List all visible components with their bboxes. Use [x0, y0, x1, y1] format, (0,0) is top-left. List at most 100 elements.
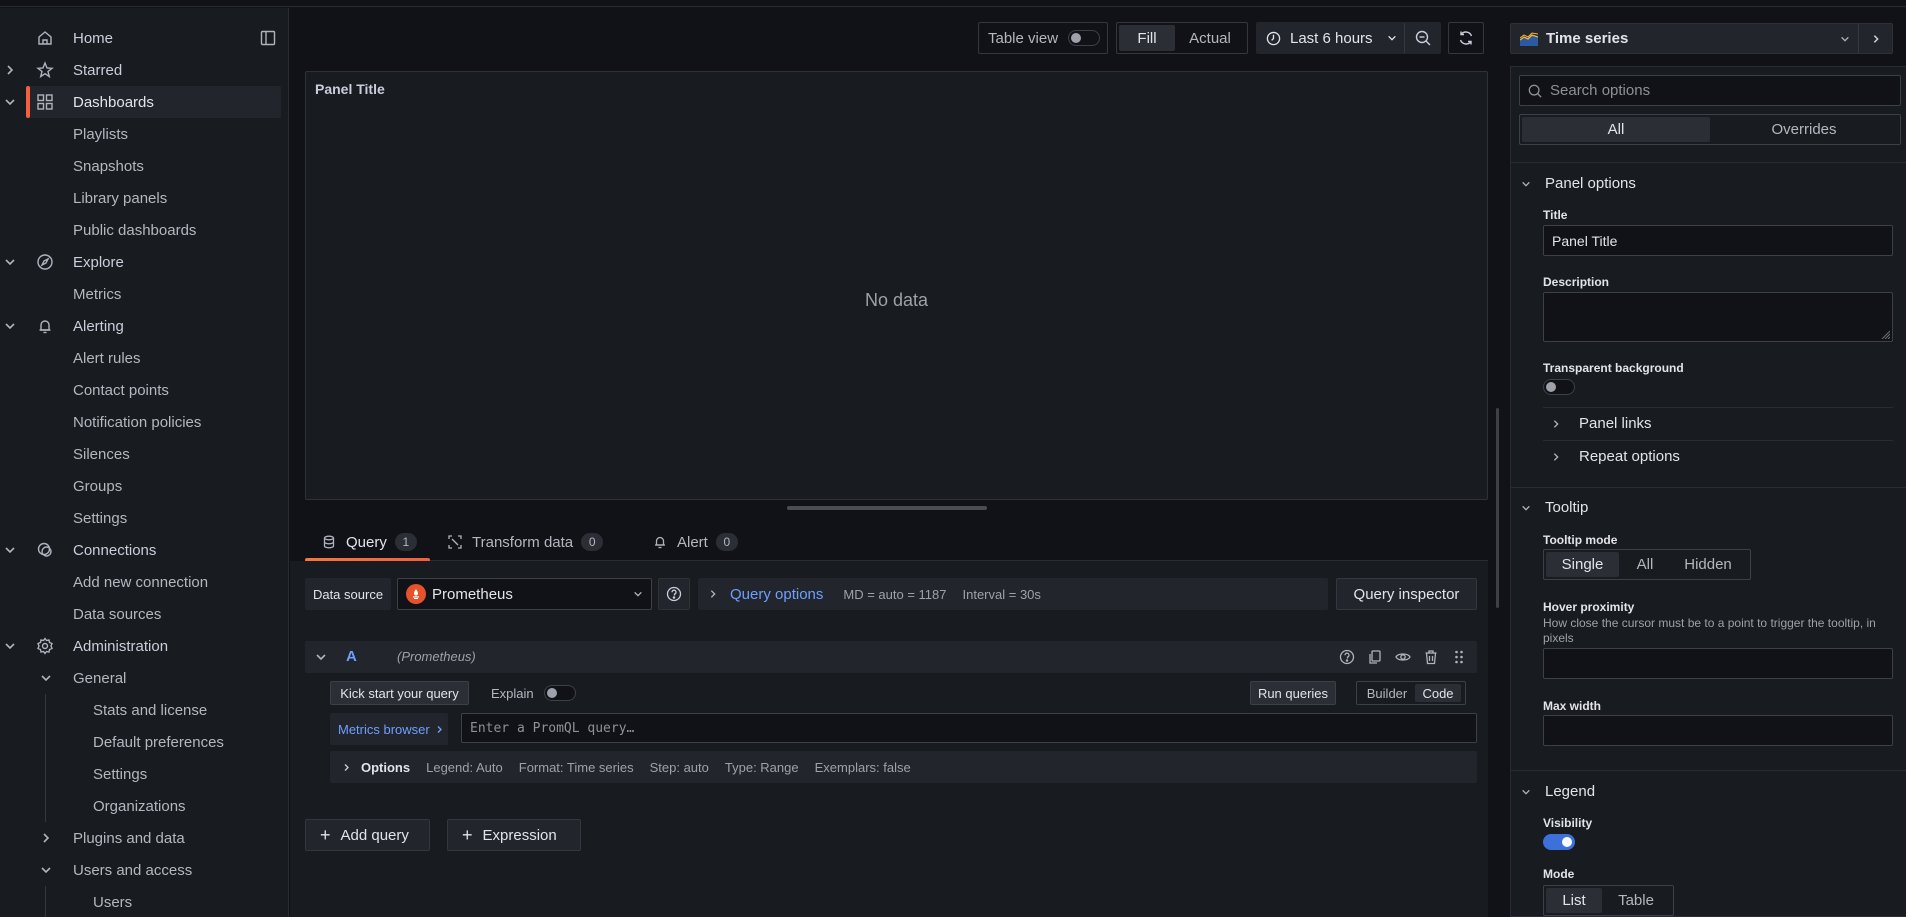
metrics-browser-button[interactable]: Metrics browser: [330, 713, 448, 745]
sidebar-item-users-and-access[interactable]: Users and access: [0, 854, 281, 886]
chevron-down-icon[interactable]: [4, 544, 16, 556]
explain-switch[interactable]: [543, 685, 576, 701]
duplicate-icon[interactable]: [1367, 649, 1383, 665]
sidebar-item-alerting-settings[interactable]: Settings: [0, 502, 281, 534]
sidebar-item-connections[interactable]: Connections: [0, 534, 281, 566]
panel-links-section[interactable]: Panel links: [1543, 407, 1893, 439]
add-query-button[interactable]: + Add query: [305, 819, 430, 851]
sidebar-item-admin-settings[interactable]: Settings: [0, 758, 281, 790]
sidebar-item-starred[interactable]: Starred: [0, 54, 281, 86]
add-expression-button[interactable]: + Expression: [447, 819, 581, 851]
chevron-down-icon[interactable]: [315, 651, 327, 663]
sidebar-item-alert-rules[interactable]: Alert rules: [0, 342, 281, 374]
query-inspector-button[interactable]: Query inspector: [1336, 578, 1477, 610]
query-ref-id[interactable]: A: [346, 648, 357, 665]
chevron-down-icon[interactable]: [40, 864, 52, 876]
chevron-down-icon[interactable]: [40, 672, 52, 684]
search-options-field[interactable]: [1519, 75, 1901, 106]
data-source-help-button[interactable]: [658, 578, 690, 610]
sidebar-item-organizations[interactable]: Organizations: [0, 790, 281, 822]
sidebar-item-administration[interactable]: Administration: [0, 630, 281, 662]
sidebar-item-snapshots[interactable]: Snapshots: [0, 150, 281, 182]
fill-option[interactable]: Fill: [1119, 25, 1175, 51]
tooltip-mode-hidden[interactable]: Hidden: [1671, 552, 1745, 577]
tooltip-mode-single[interactable]: Single: [1546, 552, 1619, 577]
code-mode-option[interactable]: Code: [1415, 684, 1461, 702]
panel-options-section-header[interactable]: Panel options: [1521, 175, 1636, 192]
transparent-background-switch[interactable]: [1543, 379, 1575, 395]
resize-grip-icon[interactable]: [1880, 329, 1890, 339]
query-options-bar[interactable]: Query options MD = auto = 1187 Interval …: [698, 578, 1328, 610]
collapse-options-button[interactable]: [1858, 24, 1892, 53]
sidebar-item-explore[interactable]: Explore: [0, 246, 281, 278]
actual-option[interactable]: Actual: [1175, 25, 1245, 51]
sidebar-item-notification-policies[interactable]: Notification policies: [0, 406, 281, 438]
sidebar-item-playlists[interactable]: Playlists: [0, 118, 281, 150]
vertical-resize-handle[interactable]: [1496, 408, 1499, 608]
panel-title-input[interactable]: [1552, 232, 1892, 249]
data-source-picker[interactable]: Prometheus: [397, 578, 652, 610]
chevron-down-icon[interactable]: [4, 96, 16, 108]
legend-visibility-switch[interactable]: [1543, 834, 1575, 850]
builder-mode-option[interactable]: Builder: [1359, 684, 1415, 702]
sidebar-item-metrics[interactable]: Metrics: [0, 278, 281, 310]
sidebar-item-public-dashboards[interactable]: Public dashboards: [0, 214, 281, 246]
promql-query-input[interactable]: Enter a PromQL query…: [461, 713, 1477, 743]
sidebar-item-silences[interactable]: Silences: [0, 438, 281, 470]
chevron-down-icon[interactable]: [4, 256, 16, 268]
search-options-input[interactable]: [1550, 82, 1890, 99]
sidebar-item-contact-points[interactable]: Contact points: [0, 374, 281, 406]
trash-icon[interactable]: [1423, 649, 1439, 665]
explain-toggle[interactable]: Explain: [491, 681, 576, 705]
sidebar-item-alerting[interactable]: Alerting: [0, 310, 281, 342]
max-width-field[interactable]: [1543, 715, 1893, 746]
zoom-out-button[interactable]: [1405, 30, 1440, 46]
sidebar-item-library-panels[interactable]: Library panels: [0, 182, 281, 214]
visualization-picker[interactable]: Time series: [1510, 23, 1893, 54]
sidebar-item-users[interactable]: Users: [0, 886, 281, 917]
description-textarea[interactable]: [1543, 292, 1893, 342]
kick-start-query-button[interactable]: Kick start your query: [330, 681, 469, 705]
horizontal-resize-handle[interactable]: [787, 506, 987, 510]
sidebar-item-add-new-connection[interactable]: Add new connection: [0, 566, 281, 598]
sidebar-item-groups[interactable]: Groups: [0, 470, 281, 502]
chevron-right-icon[interactable]: [4, 64, 16, 76]
refresh-button[interactable]: [1448, 22, 1484, 54]
tab-all[interactable]: All: [1522, 117, 1710, 142]
sidebar-item-data-sources[interactable]: Data sources: [0, 598, 281, 630]
tooltip-mode-all[interactable]: All: [1619, 552, 1671, 577]
tab-transform-data[interactable]: Transform data 0: [448, 523, 604, 561]
legend-section-header[interactable]: Legend: [1521, 783, 1595, 800]
legend-mode-table[interactable]: Table: [1602, 888, 1670, 913]
query-row-header[interactable]: A (Prometheus): [305, 641, 1477, 673]
hover-proximity-input[interactable]: [1552, 655, 1892, 672]
sidebar-item-home[interactable]: Home: [0, 22, 281, 54]
panel-title-field[interactable]: [1543, 225, 1893, 256]
hover-proximity-field[interactable]: [1543, 648, 1893, 679]
query-options-row[interactable]: Options Legend: Auto Format: Time series…: [330, 751, 1477, 783]
sidebar-item-default-preferences[interactable]: Default preferences: [0, 726, 281, 758]
sidebar-item-stats-and-license[interactable]: Stats and license: [0, 694, 281, 726]
chevron-down-icon[interactable]: [4, 320, 16, 332]
time-range-button[interactable]: Last 6 hours: [1257, 23, 1406, 53]
table-view-switch[interactable]: [1068, 30, 1101, 46]
table-view-toggle[interactable]: Table view: [978, 22, 1108, 54]
help-circle-icon[interactable]: [1339, 649, 1355, 665]
chevron-down-icon[interactable]: [4, 640, 16, 652]
repeat-options-section[interactable]: Repeat options: [1543, 440, 1893, 472]
tab-query[interactable]: Query 1: [305, 523, 430, 562]
sidebar-item-plugins-and-data[interactable]: Plugins and data: [0, 822, 281, 854]
tab-alert[interactable]: Alert 0: [653, 523, 738, 561]
drag-handle-icon[interactable]: [1451, 649, 1467, 665]
tab-overrides[interactable]: Overrides: [1710, 117, 1898, 142]
eye-icon[interactable]: [1395, 649, 1411, 665]
sidebar-item-dashboards[interactable]: Dashboards: [26, 86, 281, 118]
legend-mode-list[interactable]: List: [1546, 888, 1602, 913]
run-queries-button[interactable]: Run queries: [1250, 681, 1336, 705]
chevron-right-icon[interactable]: [40, 832, 52, 844]
query-count-badge: 1: [394, 533, 417, 551]
sidebar-item-general[interactable]: General: [0, 662, 281, 694]
size-mode-radio: Fill Actual: [1116, 22, 1248, 54]
max-width-input[interactable]: [1552, 722, 1892, 739]
tooltip-section-header[interactable]: Tooltip: [1521, 499, 1588, 516]
